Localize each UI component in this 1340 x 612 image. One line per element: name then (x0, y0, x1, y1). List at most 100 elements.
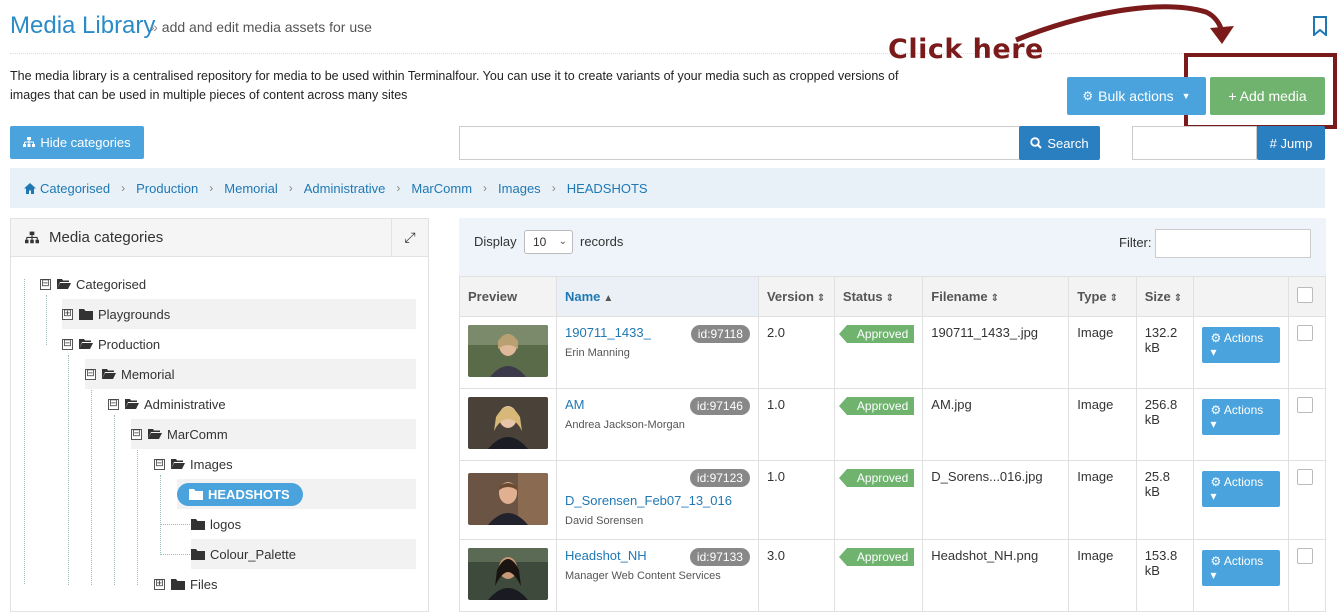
column-header-name[interactable]: Name ▲ (556, 276, 759, 317)
bulk-actions-button[interactable]: ⚙ Bulk actions ▼ (1067, 77, 1206, 115)
bookmark-icon[interactable] (1312, 16, 1328, 36)
folder-icon (171, 579, 185, 590)
actions-button[interactable]: ⚙ Actions ▾ (1202, 399, 1281, 435)
media-categories-title: Media categories (49, 229, 164, 246)
breadcrumb-item-memorial[interactable]: Memorial (224, 181, 277, 196)
breadcrumb-item-administrative[interactable]: Administrative (304, 181, 386, 196)
tree-item-production[interactable]: ⊟ Production (62, 329, 416, 359)
thumbnail-image[interactable] (468, 397, 548, 449)
column-header-actions (1193, 276, 1290, 317)
actions-label: Actions (1223, 475, 1264, 489)
media-categories-header: Media categories ⤢ (11, 219, 428, 257)
preview-cell (459, 539, 557, 612)
tree-item-images[interactable]: ⊟ Images (154, 449, 416, 479)
tree-item-memorial[interactable]: ⊟ Memorial (85, 359, 416, 389)
breadcrumb-item-marcomm[interactable]: MarComm (411, 181, 472, 196)
actions-button[interactable]: ⚙ Actions ▾ (1202, 550, 1281, 586)
tree-item-marcomm[interactable]: ⊟ MarComm (131, 419, 416, 449)
search-button[interactable]: Search (1019, 126, 1100, 160)
tree-item-colour-palette[interactable]: Colour_Palette (191, 539, 416, 569)
records-per-page-select[interactable]: 10 ⌄ (524, 230, 573, 254)
tree-item-label: Production (98, 336, 161, 352)
thumbnail-image[interactable] (468, 473, 548, 525)
breadcrumb-item-production[interactable]: Production (136, 181, 198, 196)
column-header-filename[interactable]: Filename ⇕ (922, 276, 1070, 317)
column-header-label: Filename (931, 289, 988, 304)
filter-input[interactable] (1155, 229, 1311, 258)
status-badge: Approved (838, 548, 915, 566)
name-cell: id:97118 190711_1433_ Erin Manning (556, 316, 759, 389)
tree-item-headshots[interactable]: HEADSHOTS (177, 479, 416, 509)
collapse-icon[interactable]: ⊟ (154, 458, 165, 470)
size-cell: 25.8 kB (1135, 460, 1195, 540)
folder-icon (191, 549, 205, 560)
media-name-link[interactable]: D_Sorensen_Feb07_13_016 (565, 493, 750, 508)
actions-button[interactable]: ⚙ Actions ▾ (1202, 471, 1281, 507)
collapse-icon[interactable]: ⊟ (85, 368, 96, 380)
tree-item-administrative[interactable]: ⊟ Administrative (108, 389, 416, 419)
row-checkbox[interactable] (1297, 397, 1314, 413)
folder-icon (189, 489, 203, 500)
media-description: David Sorensen (565, 515, 644, 527)
version-cell: 1.0 (757, 460, 835, 540)
tree-item-selected[interactable]: HEADSHOTS (177, 482, 303, 506)
thumbnail-image[interactable] (468, 548, 548, 600)
row-checkbox[interactable] (1297, 325, 1314, 341)
breadcrumb-item-categorised[interactable]: Categorised (40, 181, 110, 196)
breadcrumb-item-headshots[interactable]: HEADSHOTS (567, 181, 648, 196)
row-checkbox[interactable] (1297, 469, 1314, 485)
status-cell: Approved (833, 316, 924, 389)
sort-asc-icon: ▲ (603, 293, 614, 304)
tree-item-label: logos (210, 516, 242, 532)
add-media-button[interactable]: + Add media (1210, 77, 1325, 115)
collapse-icon[interactable]: ⊟ (62, 338, 73, 350)
select-cell (1288, 539, 1326, 612)
sitemap-icon (23, 137, 36, 147)
tree-item-categorised[interactable]: ⊟ Categorised (40, 269, 410, 299)
sort-icon: ⇕ (885, 293, 895, 304)
caret-down-icon: ▾ (1210, 489, 1217, 503)
tree-item-files[interactable]: ⊞ Files (154, 569, 416, 599)
select-all-checkbox[interactable] (1297, 287, 1314, 303)
caret-down-icon: ▼ (1181, 91, 1191, 101)
page-subtitle: » add and edit media assets for use (150, 19, 372, 35)
breadcrumb-item-images[interactable]: Images (498, 181, 541, 196)
home-icon (24, 182, 36, 194)
collapse-icon[interactable]: ⊟ (40, 278, 51, 290)
collapse-icon[interactable]: ⊟ (131, 428, 142, 440)
version-cell: 1.0 (757, 388, 835, 461)
hide-categories-button[interactable]: Hide categories (10, 126, 144, 159)
jump-input[interactable] (1132, 126, 1257, 160)
tree-item-playgrounds[interactable]: ⊞ Playgrounds (62, 299, 416, 329)
tree-item-label: Memorial (121, 366, 175, 382)
preview-cell (459, 388, 557, 461)
column-header-label: Name (565, 289, 601, 304)
filter-label: Filter: (1119, 235, 1152, 250)
status-cell: Approved (833, 539, 924, 612)
table-row: id:97118 190711_1433_ Erin Manning 2.0 A… (459, 316, 1326, 389)
column-header-status[interactable]: Status ⇕ (833, 276, 924, 317)
search-input[interactable] (459, 126, 1020, 160)
jump-button[interactable]: # Jump (1257, 126, 1325, 160)
sort-icon: ⇕ (816, 293, 826, 304)
folder-open-icon (125, 399, 139, 409)
column-header-version[interactable]: Version ⇕ (757, 276, 835, 317)
expand-tree-icon[interactable]: ⊞ (62, 308, 73, 320)
actions-cell: ⚙ Actions ▾ (1193, 316, 1290, 389)
thumbnail-image[interactable] (468, 325, 548, 377)
column-header-label: Size (1144, 289, 1171, 304)
tree-item-logos[interactable]: logos (191, 509, 416, 539)
collapse-icon[interactable]: ⊟ (108, 398, 119, 410)
column-header-type[interactable]: Type ⇕ (1068, 276, 1137, 317)
actions-label: Actions (1223, 403, 1264, 417)
column-header-size[interactable]: Size ⇕ (1135, 276, 1195, 317)
actions-label: Actions (1223, 331, 1264, 345)
row-checkbox[interactable] (1297, 548, 1314, 564)
tree-item-label: Administrative (144, 396, 226, 412)
expand-tree-icon[interactable]: ⊞ (154, 578, 165, 590)
expand-icon[interactable]: ⤢ (391, 219, 428, 256)
media-table: Preview Name ▲ Version ⇕ Status ⇕ Filename ⇕… (459, 276, 1326, 612)
preview-cell (459, 316, 557, 389)
actions-button[interactable]: ⚙ Actions ▾ (1202, 327, 1281, 363)
size-cell: 256.8 kB (1135, 388, 1195, 461)
